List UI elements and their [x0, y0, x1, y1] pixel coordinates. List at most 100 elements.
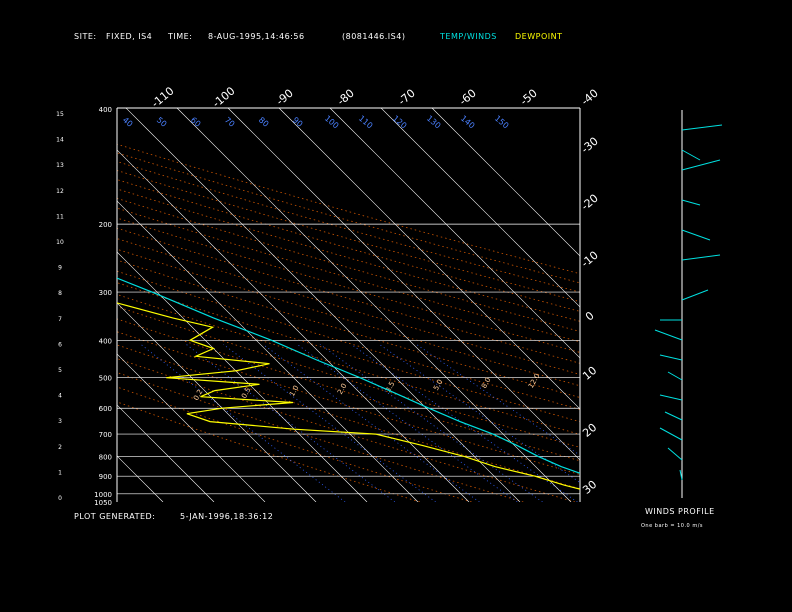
- isotherm-line: [227, 108, 580, 461]
- altitude-tick-label: 10: [56, 239, 64, 246]
- isotherm-line: [125, 108, 521, 502]
- wind-profile-note: One barb = 10.0 m/s: [641, 523, 703, 529]
- isotherm-line: [0, 108, 61, 502]
- pressure-tick-label: 400: [99, 337, 112, 345]
- top-temp-label: -80: [335, 87, 357, 109]
- altitude-tick-label: 9: [58, 265, 62, 272]
- isotherm-line: [117, 353, 266, 502]
- pressure-tick-label: 900: [99, 473, 112, 481]
- top-temp-label: -60: [457, 87, 479, 109]
- theta-label: 110: [357, 114, 374, 131]
- dry-adiabat-line: [117, 318, 580, 462]
- isobar-lines: [117, 223, 580, 495]
- wind-barb: [681, 254, 721, 261]
- pressure-tick-label: 300: [99, 289, 112, 297]
- mixing-ratio-label: 1.0: [288, 384, 300, 398]
- mixing-ratio-line: [296, 344, 518, 502]
- pressure-tick-label: 500: [99, 375, 112, 383]
- top-temp-label: -110: [149, 84, 176, 110]
- wind-barb: [681, 289, 709, 301]
- dry-adiabat-line: [117, 372, 524, 502]
- top-temp-label: -40: [579, 87, 601, 109]
- top-temp-label: -50: [518, 87, 540, 109]
- altitude-tick-label: 2: [58, 444, 62, 451]
- wind-barb: [681, 199, 701, 206]
- wind-barb: [667, 447, 683, 461]
- altitude-tick-label: 1: [58, 469, 62, 476]
- wind-barb: [667, 371, 683, 381]
- theta-label: 140: [459, 114, 476, 131]
- right-temp-label: 30: [580, 478, 599, 497]
- top-temp-label: -100: [210, 84, 237, 110]
- altitude-tick-label: 6: [58, 341, 62, 348]
- pressure-tick-label: 600: [99, 405, 112, 413]
- right-temp-label: 20: [580, 421, 599, 440]
- dewpoint-profile-line: [117, 302, 580, 490]
- theta-label: 90: [291, 115, 305, 128]
- wind-barb: [681, 229, 711, 241]
- theta-label: 50: [155, 115, 169, 128]
- pressure-tick-label: 700: [99, 431, 112, 439]
- right-temp-label: -30: [579, 135, 601, 157]
- pressure-tick-label: 800: [99, 453, 112, 461]
- theta-label: 120: [391, 114, 408, 131]
- mixing-ratio-label: 2.0: [336, 382, 348, 396]
- altitude-tick-label: 11: [56, 213, 64, 220]
- mixing-ratio-label: 3.5: [384, 380, 396, 394]
- pressure-tick-label: 400: [99, 106, 112, 114]
- isotherm-line: [117, 200, 419, 502]
- dry-adiabat-line: [117, 344, 580, 490]
- mixing-ratio-label: 0.5: [240, 386, 252, 400]
- dry-adiabat-line: [117, 331, 580, 475]
- isotherm-line: [0, 108, 10, 502]
- plot-generated-label: PLOT GENERATED:: [74, 512, 156, 521]
- mixing-ratio-line: [319, 344, 543, 502]
- mixing-ratio-label: 12.0: [527, 372, 542, 390]
- wind-profile-panel: [654, 110, 723, 498]
- mixing-ratio-line: [416, 344, 580, 456]
- altitude-tick-label: 7: [58, 316, 62, 323]
- altitude-tick-label: 15: [56, 111, 64, 118]
- pressure-tick-label: 1050: [94, 499, 112, 507]
- altitude-tick-label: 14: [56, 137, 64, 144]
- right-temp-label: -10: [579, 249, 601, 271]
- theta-label: 60: [189, 115, 203, 128]
- theta-label: 150: [493, 114, 510, 131]
- altitude-tick-label: 13: [56, 162, 64, 169]
- right-temp-label: 10: [580, 364, 599, 383]
- top-temp-label: -70: [396, 87, 418, 109]
- wind-barb: [681, 149, 701, 161]
- altitude-tick-label: 0: [58, 495, 62, 502]
- mixing-ratio-label: 5.0: [432, 378, 444, 392]
- isotherm-line: [278, 108, 580, 410]
- right-temp-label: -20: [579, 192, 601, 214]
- isotherm-line: [380, 108, 580, 308]
- mixing-ratio-label: 8.0: [480, 376, 492, 390]
- altitude-tick-label: 8: [58, 290, 62, 297]
- wind-barb: [654, 329, 683, 341]
- wind-barb: [681, 159, 721, 171]
- wind-profile-title: WINDS PROFILE: [645, 507, 715, 516]
- mixing-ratio-line: [262, 344, 480, 502]
- isotherm-lines: [0, 108, 580, 502]
- theta-label: 80: [257, 115, 271, 128]
- axis-labels: 4002003004005006007008009001000105015141…: [56, 84, 601, 507]
- wind-barb: [664, 411, 683, 421]
- isotherm-line: [117, 455, 164, 502]
- theta-label: 40: [121, 115, 135, 128]
- theta-label: 130: [425, 114, 442, 131]
- wind-barb: [659, 354, 683, 361]
- pressure-tick-label: 1000: [94, 491, 112, 499]
- altitude-tick-label: 3: [58, 418, 62, 425]
- wind-barb: [681, 124, 723, 131]
- isotherm-line: [431, 108, 580, 257]
- wind-barb: [659, 427, 683, 441]
- theta-label: 100: [323, 114, 340, 131]
- mixing-ratio-line: [186, 344, 396, 502]
- top-temp-label: -90: [274, 87, 296, 109]
- right-temp-label: 0: [583, 309, 597, 323]
- mixing-ratio-label: 0.2: [192, 388, 204, 402]
- isotherm-line: [329, 108, 580, 359]
- altitude-tick-label: 5: [58, 367, 62, 374]
- altitude-tick-label: 12: [56, 188, 64, 195]
